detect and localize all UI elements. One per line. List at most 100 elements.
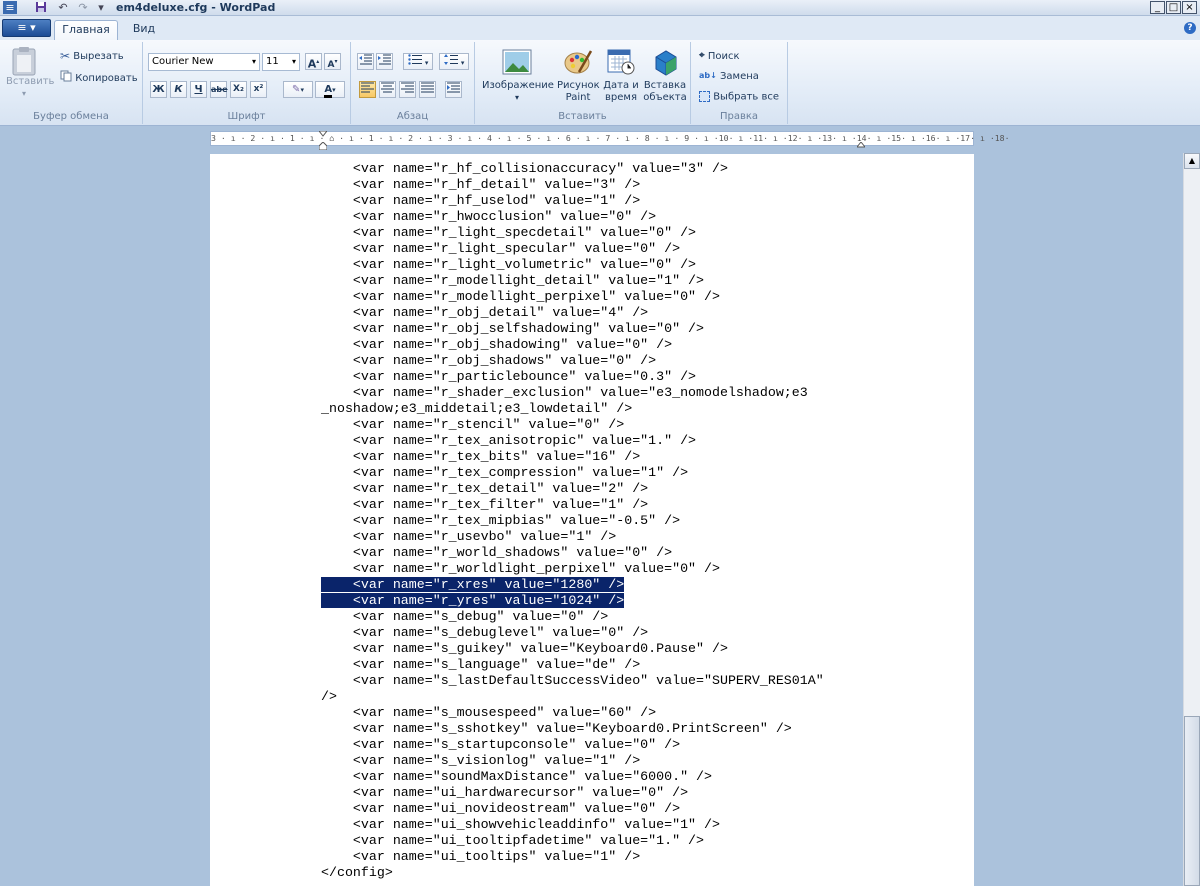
bold-button[interactable]: Ж (150, 81, 167, 98)
document-line[interactable]: <var name="r_xres" value="1280" /> (321, 577, 824, 593)
document-line[interactable]: <var name="r_tex_compression" value="1" … (321, 465, 824, 481)
tab-home[interactable]: Главная (54, 20, 118, 40)
document-line[interactable]: <var name="soundMaxDistance" value="6000… (321, 769, 824, 785)
tab-view[interactable]: Вид (124, 20, 164, 40)
document-line[interactable]: <var name="s_language" value="de" /> (321, 657, 824, 673)
document-line[interactable]: <var name="r_yres" value="1024" /> (321, 593, 824, 609)
undo-icon[interactable]: ↶ (56, 1, 70, 14)
document-line[interactable]: <var name="r_world_shadows" value="0" /> (321, 545, 824, 561)
decrease-indent-icon[interactable] (357, 53, 374, 70)
document-line[interactable]: <var name="ui_novideostream" value="0" /… (321, 801, 824, 817)
date-time-button[interactable]: Дата и время (602, 48, 640, 104)
document-line[interactable]: <var name="r_tex_anisotropic" value="1."… (321, 433, 824, 449)
paste-button[interactable]: Вставить ▾ (6, 46, 54, 100)
customize-quick-access-icon[interactable]: ▾ (96, 1, 106, 14)
strikethrough-button[interactable]: abe (210, 81, 228, 98)
align-right-icon[interactable] (399, 81, 416, 98)
application-menu-button[interactable]: ≡ ▾ (2, 19, 51, 37)
document-line[interactable]: <var name="r_light_volumetric" value="0"… (321, 257, 824, 273)
selected-text: <var name="r_xres" value="1280" /> (321, 577, 625, 592)
document-line[interactable]: <var name="r_obj_shadowing" value="0" /> (321, 337, 824, 353)
document-page[interactable]: <var name="r_hf_collisionaccuracy" value… (210, 154, 974, 886)
document-line[interactable]: <var name="r_hf_collisionaccuracy" value… (321, 161, 824, 177)
document-line[interactable]: <var name="s_lastDefaultSuccessVideo" va… (321, 673, 824, 689)
cut-button[interactable]: ✂ Вырезать (60, 50, 124, 63)
italic-button[interactable]: К (170, 81, 187, 98)
highlight-color-button[interactable]: ✎▾ (283, 81, 313, 98)
minimize-button[interactable]: _ (1150, 1, 1165, 14)
document-line[interactable]: <var name="r_obj_detail" value="4" /> (321, 305, 824, 321)
document-line[interactable]: <var name="ui_tooltips" value="1" /> (321, 849, 824, 865)
paragraph-settings-icon[interactable] (445, 81, 462, 98)
underline-button[interactable]: Ч (190, 81, 207, 98)
document-line[interactable]: <var name="s_debuglevel" value="0" /> (321, 625, 824, 641)
document-line[interactable]: <var name="r_light_specular" value="0" /… (321, 241, 824, 257)
paste-dropdown-icon[interactable]: ▾ (6, 88, 42, 100)
save-icon[interactable] (34, 1, 48, 14)
document-line[interactable]: <var name="s_sshotkey" value="Keyboard0.… (321, 721, 824, 737)
superscript-button[interactable]: x² (250, 81, 267, 98)
document-line[interactable]: <var name="r_hwocclusion" value="0" /> (321, 209, 824, 225)
document-line[interactable]: <var name="s_visionlog" value="1" /> (321, 753, 824, 769)
document-line[interactable]: /> (321, 689, 824, 705)
font-family-select[interactable]: Courier New ▾ (148, 53, 260, 71)
maximize-button[interactable]: □ (1166, 1, 1181, 14)
document-line[interactable]: <var name="r_stencil" value="0" /> (321, 417, 824, 433)
document-line[interactable]: </config> (321, 865, 824, 881)
document-line[interactable]: <var name="s_guikey" value="Keyboard0.Pa… (321, 641, 824, 657)
document-line[interactable]: <var name="ui_hardwarecursor" value="0" … (321, 785, 824, 801)
increase-indent-icon[interactable] (376, 53, 393, 70)
select-all-button[interactable]: Выбрать все (699, 91, 779, 104)
document-line[interactable]: <var name="r_modellight_detail" value="1… (321, 273, 824, 289)
document-line[interactable]: <var name="r_tex_mipbias" value="-0.5" /… (321, 513, 824, 529)
document-line[interactable]: <var name="s_startupconsole" value="0" /… (321, 737, 824, 753)
first-line-indent-marker[interactable] (317, 129, 329, 137)
close-button[interactable]: × (1182, 1, 1197, 14)
document-line[interactable]: <var name="r_worldlight_perpixel" value=… (321, 561, 824, 577)
right-indent-marker[interactable] (855, 140, 867, 148)
bullet-list-button[interactable]: ▾ (403, 53, 433, 70)
vertical-scrollbar[interactable]: ▲ (1183, 153, 1200, 886)
align-left-icon[interactable] (359, 81, 376, 98)
hanging-indent-marker[interactable] (318, 140, 328, 151)
document-line[interactable]: <var name="r_hf_detail" value="3" /> (321, 177, 824, 193)
document-text[interactable]: <var name="r_hf_collisionaccuracy" value… (321, 161, 824, 881)
scroll-up-button[interactable]: ▲ (1184, 153, 1200, 169)
line-text: <var name="r_hf_uselod" value="1" /> (321, 193, 641, 208)
insert-image-button[interactable]: Изображение ▾ (482, 48, 554, 104)
document-line[interactable]: <var name="r_obj_selfshadowing" value="0… (321, 321, 824, 337)
subscript-button[interactable]: X₂ (230, 81, 247, 98)
ruler[interactable]: 3 · ı · 2 · ı · 1 · ı · ⌂ · ı · 1 · ı · … (210, 129, 1010, 151)
document-line[interactable]: <var name="r_obj_shadows" value="0" /> (321, 353, 824, 369)
document-line[interactable]: <var name="r_shader_exclusion" value="e3… (321, 385, 824, 401)
shrink-font-button[interactable]: A▾ (324, 53, 341, 70)
document-line[interactable]: <var name="r_usevbo" value="1" /> (321, 529, 824, 545)
font-color-button[interactable]: A▾ (315, 81, 345, 98)
replace-button[interactable]: ab↓ Замена (699, 70, 759, 83)
justify-icon[interactable] (419, 81, 436, 98)
document-line[interactable]: <var name="s_mousespeed" value="60" /> (321, 705, 824, 721)
document-line[interactable]: <var name="ui_tooltipfadetime" value="1.… (321, 833, 824, 849)
app-icon[interactable]: ≡ (3, 1, 17, 14)
help-icon[interactable]: ? (1184, 22, 1196, 34)
grow-font-button[interactable]: A▴ (305, 53, 322, 71)
document-line[interactable]: <var name="s_debug" value="0" /> (321, 609, 824, 625)
paint-drawing-button[interactable]: Рисунок Paint (557, 48, 600, 104)
insert-object-button[interactable]: Вставка объекта (643, 48, 687, 104)
redo-icon[interactable]: ↷ (76, 1, 90, 14)
document-line[interactable]: <var name="r_tex_filter" value="1" /> (321, 497, 824, 513)
document-line[interactable]: <var name="r_tex_detail" value="2" /> (321, 481, 824, 497)
scroll-thumb[interactable] (1184, 716, 1200, 886)
document-line[interactable]: <var name="r_hf_uselod" value="1" /> (321, 193, 824, 209)
find-button[interactable]: ⌖ Поиск (699, 50, 740, 63)
copy-button[interactable]: Копировать (60, 70, 138, 86)
font-size-select[interactable]: 11 ▾ (262, 53, 300, 71)
document-line[interactable]: <var name="r_modellight_perpixel" value=… (321, 289, 824, 305)
document-line[interactable]: _noshadow;e3_middetail;e3_lowdetail" /> (321, 401, 824, 417)
document-line[interactable]: <var name="r_particlebounce" value="0.3"… (321, 369, 824, 385)
document-line[interactable]: <var name="ui_showvehicleaddinfo" value=… (321, 817, 824, 833)
document-line[interactable]: <var name="r_light_specdetail" value="0"… (321, 225, 824, 241)
align-center-icon[interactable] (379, 81, 396, 98)
line-spacing-button[interactable]: ▾ (439, 53, 469, 70)
document-line[interactable]: <var name="r_tex_bits" value="16" /> (321, 449, 824, 465)
